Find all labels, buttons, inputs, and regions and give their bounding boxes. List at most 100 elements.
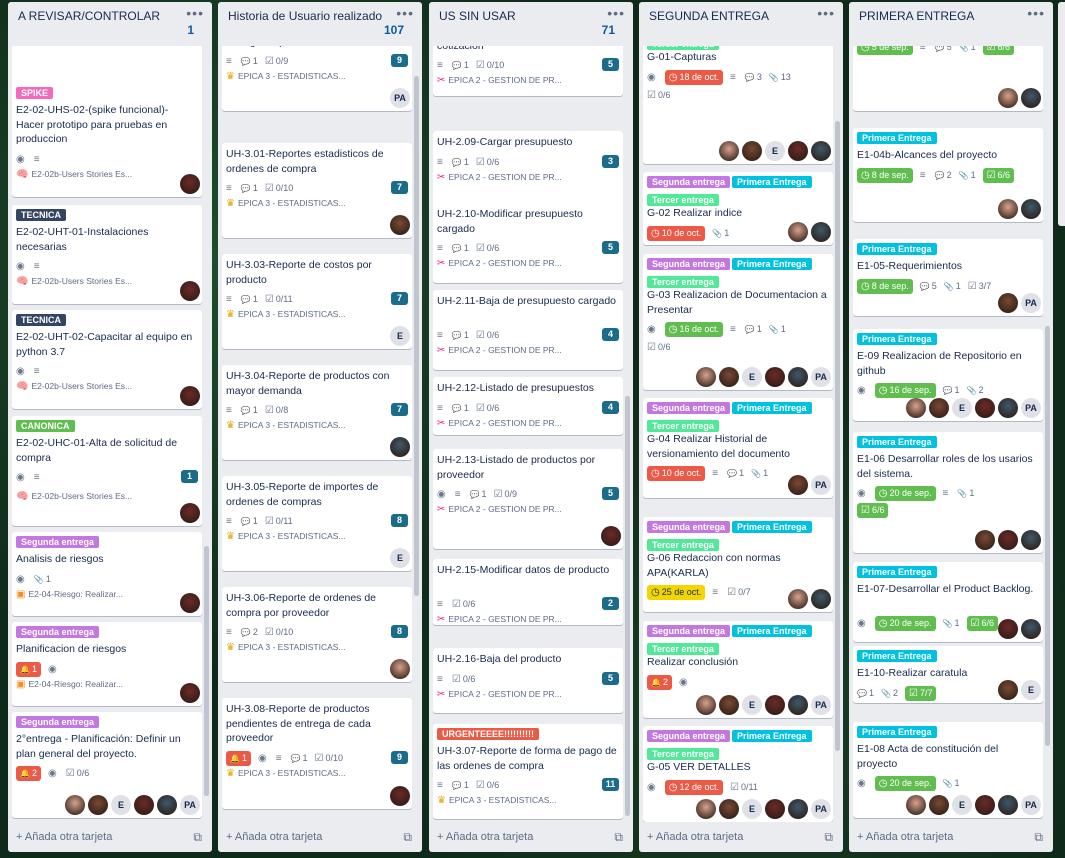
card-label[interactable]: Tercer entrega [647,420,719,432]
member-avatar[interactable]: E [111,795,131,815]
member-avatar[interactable]: PA [811,799,831,819]
member-avatar[interactable]: E [952,795,972,815]
card[interactable]: TECNICA E2-02-UHT-01-Instalaciones necesa… [12,205,202,304]
member-avatar[interactable] [696,799,716,819]
template-icon[interactable]: ⧉ [1034,830,1043,845]
list-title[interactable]: SEGUNDA ENTREGA [649,9,833,23]
card[interactable]: Primera Entrega E1-07-Desarrollar el Prod… [853,562,1043,642]
member-avatar[interactable] [719,799,739,819]
member-avatar[interactable]: E [765,141,785,161]
parent-card-tag[interactable]: ♛ EPICA 3 - ESTADISTICAS... [226,420,408,431]
member-avatar[interactable]: E [742,799,762,819]
card[interactable]: Segunda entrega Analisis de riesgos ◉ 📎 1 ▣ E2… [12,532,202,616]
member-avatar[interactable] [788,475,808,495]
card-title[interactable]: UH-2.08-Listado de pedidos de cotizacion [437,46,617,53]
card[interactable]: UH-2.08-Listado de pedidos de cotizacion… [433,46,623,96]
member-avatar[interactable] [180,281,200,301]
parent-card-tag[interactable]: ♛ EPICA 3 - ESTADISTICAS... [226,71,408,82]
member-avatar[interactable] [998,199,1018,219]
card-label[interactable]: Primera Entrega [857,333,937,345]
add-card-button[interactable]: + Añada otra tarjeta [16,831,112,843]
card-title[interactable]: G-04 Realizar Historial de versionamient… [647,432,827,461]
card[interactable]: UH-2.11-Baja de presupuesto cargado ≡ 💬 1 ☑ 0… [433,290,623,370]
card-label[interactable]: Tercer entrega [647,539,719,551]
card[interactable]: UH-3.04-Reporte de productos con mayor d… [222,365,412,460]
parent-card-tag[interactable]: 🧠 E2-02b-Users Stories Es... [16,276,198,287]
card-label[interactable]: TECNICA [16,209,66,221]
due-date-badge[interactable]: ◷ 25 de oct. [647,585,706,600]
member-avatar[interactable] [1021,530,1041,550]
list-menu-icon[interactable]: ••• [186,5,204,21]
list-title[interactable]: US SIN USAR [439,9,623,23]
parent-card-tag[interactable]: ✂ EPICA 2 - GESTION DE PR... [437,689,619,700]
list-title[interactable]: Historia de Usuario realizado [228,9,412,23]
add-card-button[interactable]: + Añada otra tarjeta [437,831,533,843]
due-date-badge[interactable]: ◷ 20 de sep. [874,776,936,791]
member-avatar[interactable] [180,386,200,406]
card[interactable]: Segunda entregaPrimera Entrega Tercer ent… [643,172,833,245]
member-avatar[interactable] [929,795,949,815]
card-label[interactable]: CANONICA [16,420,75,432]
member-avatar[interactable]: PA [811,475,831,495]
card[interactable]: UH-3.02-Reporte de ordenes de entrega de… [222,46,412,111]
card-label[interactable]: Segunda entrega [16,716,100,728]
card[interactable]: Segunda entregaPrimera Entrega Tercer ent… [643,254,833,390]
card-title[interactable]: UH-3.02-Reporte de ordenes de entrega de… [226,46,406,49]
card-label[interactable]: URGENTEEEE!!!!!!!!!! [437,728,539,740]
member-avatar[interactable] [975,530,995,550]
member-avatar[interactable] [811,141,831,161]
due-date-badge[interactable]: ◷ 18 de oct. [664,69,723,85]
template-icon[interactable]: ⧉ [193,830,202,845]
add-card-button[interactable]: + Añada otra tarjeta [226,831,322,843]
card-title[interactable]: E-09 Realizacion de Repositorio en githu… [857,349,1037,378]
member-avatar[interactable]: PA [811,695,831,715]
card[interactable]: UH-2.15-Modificar datos de producto ≡ ☑ 0/6… [433,559,623,625]
member-avatar[interactable] [742,141,762,161]
due-date-badge[interactable]: ◷ 20 de sep. [874,616,936,631]
member-avatar[interactable] [65,795,85,815]
card-title[interactable]: E1-04b-Alcances del proyecto [857,148,1037,163]
member-avatar[interactable] [788,695,808,715]
member-avatar[interactable]: PA [390,88,410,108]
card-title[interactable]: UH-2.11-Baja de presupuesto cargado [437,294,617,309]
card-title[interactable]: E2-02-UHC-01-Alta de solicitud de compra [16,436,196,465]
member-avatar[interactable] [998,398,1018,418]
list-menu-icon[interactable]: ••• [817,5,835,21]
list-scrollbar[interactable] [1045,326,1050,746]
list-title[interactable]: A REVISAR/CONTROLAR [18,9,202,23]
card-title[interactable]: UH-3.05-Reporte de importes de ordenes d… [226,480,406,509]
member-avatar[interactable] [765,367,785,387]
list-menu-icon[interactable]: ••• [396,5,414,21]
list-scrollbar[interactable] [204,546,209,796]
card[interactable]: URGENTEEEE!!!!!!!!!! UH-3.07-Reporte de f… [433,724,623,819]
card-label[interactable]: Primera Entrega [857,132,937,144]
card-label[interactable]: Primera Entrega [857,650,937,662]
card-title[interactable]: E1-06 Desarrollar roles de los usarios d… [857,452,1037,481]
card-title[interactable]: E2-02-UHT-01-Instalaciones necesarias [16,225,196,254]
list-scrollbar[interactable] [835,121,840,751]
member-avatar[interactable] [180,503,200,523]
due-date-badge[interactable]: ◷ 10 de oct. [647,225,706,241]
card[interactable]: Segunda entregaPrimera Entrega Tercer ent… [643,517,833,612]
template-icon[interactable]: ⧉ [614,830,623,845]
parent-card-tag[interactable]: 🧠 E2-02b-Users Stories Es... [16,169,198,180]
card-label[interactable]: TECNICA [16,314,66,326]
parent-card-tag[interactable]: ♛ EPICA 3 - ESTADISTICAS... [226,642,408,653]
card-label[interactable]: Tercer entrega [647,276,719,288]
member-avatar[interactable] [998,680,1018,700]
member-avatar[interactable]: PA [1021,293,1041,313]
card[interactable]: UH-3.03-Reporte de costos por producto ≡ 💬… [222,254,412,349]
template-icon[interactable]: ⧉ [824,830,833,845]
member-avatar[interactable] [390,437,410,457]
card-label[interactable]: Primera Entrega [857,566,937,578]
card-title[interactable]: UH-2.16-Baja del producto [437,652,617,667]
card-label[interactable]: Segunda entrega [647,521,731,533]
member-avatar[interactable]: PA [180,795,200,815]
card-title[interactable]: G-06 Redaccion con normas APA(KARLA) [647,551,827,580]
card-label[interactable]: Primera Entrega [857,726,937,738]
card-label[interactable]: Segunda entrega [16,536,100,548]
member-avatar[interactable] [975,795,995,815]
due-date-badge[interactable]: ◷ 20 de sep. [874,486,936,501]
member-avatar[interactable] [88,795,108,815]
add-card-button[interactable]: + Añada otra tarjeta [857,831,953,843]
